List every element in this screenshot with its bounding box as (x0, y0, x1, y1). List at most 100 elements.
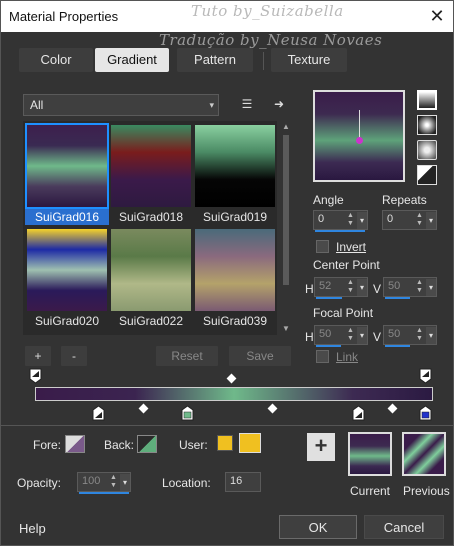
section-divider (1, 425, 453, 426)
scroll-up-icon[interactable]: ▲ (279, 121, 293, 133)
invert-checkbox[interactable] (316, 240, 329, 253)
link-checkbox[interactable] (316, 350, 329, 363)
help-link[interactable]: Help (19, 521, 46, 536)
remove-gradient-button[interactable]: - (61, 346, 87, 366)
user-swatch[interactable] (239, 433, 261, 453)
color-midpoint[interactable] (267, 403, 278, 414)
category-dropdown[interactable]: All ▾ (23, 94, 219, 116)
reset-button[interactable]: Reset (156, 346, 218, 366)
repeats-spinner[interactable]: 0 ▲ ▼ ▾ (382, 210, 437, 230)
material-properties-dialog: Material Properties Tuto by_Suizabella ✕… (0, 0, 454, 546)
chevron-down-icon[interactable]: ▾ (357, 279, 367, 296)
color-stop[interactable] (352, 405, 365, 421)
tab-texture[interactable]: Texture (271, 48, 347, 72)
opacity-spinner[interactable]: 100 ▲ ▼ ▾ (77, 472, 131, 494)
chevron-down-icon[interactable]: ▾ (357, 212, 367, 229)
updown-icon[interactable]: ▲ ▼ (346, 212, 355, 229)
updown-icon[interactable]: ▲ ▼ (109, 474, 118, 491)
gradient-name: SuiGrad039 (202, 314, 268, 328)
previous-gradient-swatch[interactable] (402, 432, 446, 476)
scroll-thumb[interactable] (283, 135, 289, 285)
cancel-button[interactable]: Cancel (364, 515, 444, 539)
center-v-slider-bar[interactable] (385, 297, 410, 299)
repeats-value: 0 (387, 213, 394, 225)
chevron-down-icon[interactable]: ▾ (426, 279, 436, 296)
gradient-thumbnail (195, 229, 275, 311)
watermark-line-1: Tuto by_Suizabella (191, 2, 344, 20)
updown-icon[interactable]: ▲ ▼ (415, 212, 424, 229)
tab-gradient[interactable]: Gradient (95, 48, 169, 72)
radial-icon[interactable] (417, 165, 437, 185)
gradient-swatch[interactable]: SuiGrad018 (109, 123, 193, 227)
focal-h-slider-bar[interactable] (316, 345, 341, 347)
sunburst-icon[interactable] (417, 140, 437, 160)
center-h-slider-bar[interactable] (316, 297, 342, 299)
add-gradient-button[interactable]: + (25, 346, 51, 366)
gradient-swatch[interactable]: SuiGrad022 (109, 227, 193, 331)
updown-icon[interactable]: ▲ ▼ (346, 327, 355, 344)
gradient-swatch[interactable]: SuiGrad019 (193, 123, 277, 227)
linear-icon[interactable] (417, 90, 437, 110)
center-v-spinner[interactable]: 50 ▲ ▼ ▾ (383, 277, 437, 299)
gradient-thumbnail (111, 229, 191, 311)
fore-swatch[interactable] (65, 435, 85, 453)
gradient-preview[interactable] (313, 90, 405, 182)
focal-v-slider-bar[interactable] (385, 345, 410, 347)
current-label: Current (350, 484, 391, 498)
current-gradient-swatch[interactable] (348, 432, 392, 476)
updown-icon[interactable]: ▲ ▼ (415, 279, 424, 296)
back-swatch[interactable] (137, 435, 157, 453)
scroll-down-icon[interactable]: ▼ (279, 323, 293, 335)
chevron-down-icon[interactable]: ▾ (357, 327, 367, 344)
focal-h-label: H (305, 330, 314, 344)
rectangular-icon[interactable] (417, 115, 437, 135)
link-label: Link (336, 350, 359, 364)
tab-divider (263, 52, 264, 70)
opacity-slider-bar[interactable] (79, 492, 129, 494)
chevron-down-icon[interactable]: ▾ (120, 474, 130, 491)
arrow-right-icon[interactable]: ➜ (269, 94, 289, 114)
gradient-thumbnail (25, 123, 109, 209)
list-icon[interactable]: ☰ (237, 94, 257, 114)
color-stop[interactable] (92, 405, 105, 421)
angle-spinner[interactable]: 0 ▲ ▼ ▾ (313, 210, 368, 232)
color-midpoint[interactable] (138, 403, 149, 414)
gradient-name: SuiGrad018 (118, 210, 184, 224)
color-midpoint[interactable] (387, 403, 398, 414)
center-point-handle[interactable] (356, 137, 363, 144)
updown-icon[interactable]: ▲ ▼ (346, 279, 355, 296)
center-v-value: 50 (388, 280, 401, 292)
color-stop-selected[interactable] (419, 405, 432, 421)
add-to-swatches-button[interactable]: + (307, 433, 335, 461)
previous-label: Previous (403, 484, 450, 498)
user-swatch-small[interactable] (217, 435, 233, 451)
tab-pattern[interactable]: Pattern (177, 48, 253, 72)
gradient-swatch[interactable]: SuiGrad020 (25, 227, 109, 331)
angle-value: 0 (318, 213, 325, 225)
center-h-spinner[interactable]: 52 ▲ ▼ ▾ (314, 277, 368, 299)
gradient-swatch[interactable]: SuiGrad016 (25, 123, 109, 227)
category-value: All (30, 98, 44, 112)
gradient-editor-bar[interactable] (35, 387, 433, 401)
transparency-midpoint[interactable] (226, 373, 237, 384)
updown-icon[interactable]: ▲ ▼ (415, 327, 424, 344)
opacity-value: 100 (82, 475, 101, 487)
location-field[interactable]: 16 (225, 472, 261, 492)
gradient-thumbnail (195, 125, 275, 207)
library-scrollbar[interactable]: ▲ ▼ (279, 121, 293, 335)
transparency-stop-left[interactable] (29, 368, 42, 384)
tab-color[interactable]: Color (19, 48, 93, 72)
chevron-down-icon[interactable]: ▾ (426, 327, 436, 344)
focal-v-spinner[interactable]: 50 ▲ ▼ ▾ (383, 325, 437, 347)
gradient-swatch[interactable]: SuiGrad039 (193, 227, 277, 331)
focal-h-spinner[interactable]: 50 ▲ ▼ ▾ (314, 325, 368, 347)
title-bar: Material Properties Tuto by_Suizabella ✕ (1, 1, 453, 32)
save-button[interactable]: Save (229, 346, 291, 366)
opacity-label: Opacity: (17, 476, 62, 490)
close-button[interactable]: ✕ (425, 5, 449, 27)
color-stop[interactable] (181, 405, 194, 421)
chevron-down-icon[interactable]: ▾ (426, 212, 436, 229)
ok-button[interactable]: OK (279, 515, 357, 539)
transparency-stop-right[interactable] (419, 368, 432, 384)
angle-slider-bar[interactable] (315, 230, 365, 232)
